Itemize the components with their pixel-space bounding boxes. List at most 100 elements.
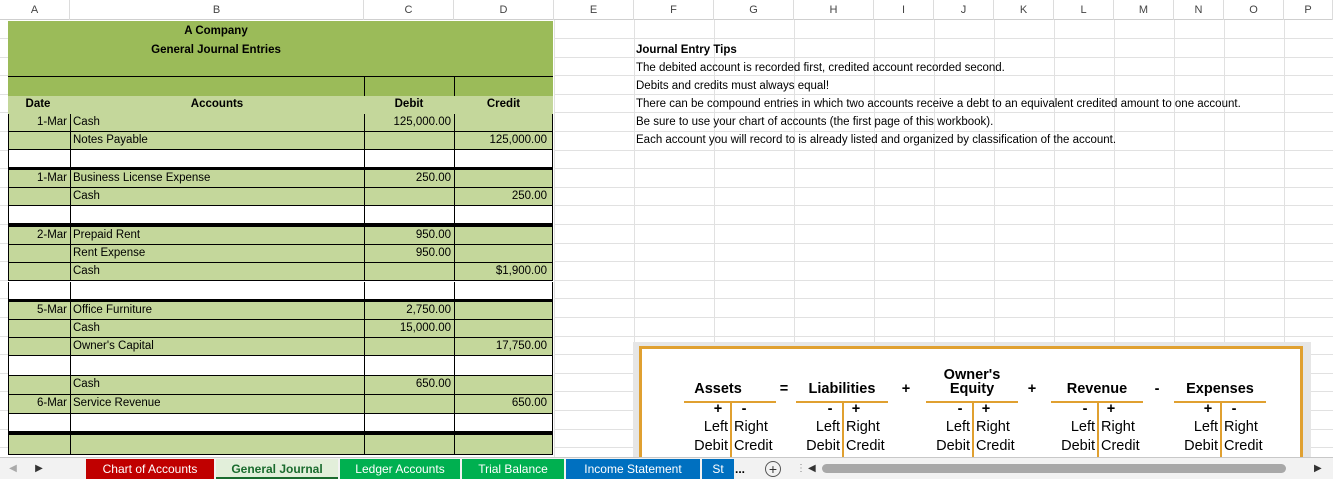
- tips-title: Journal Entry Tips: [636, 44, 737, 56]
- scroll-tabs-left-icon[interactable]: ◀: [6, 461, 20, 477]
- revenue-label: Revenue: [1066, 381, 1128, 397]
- title-block-spacer: [8, 76, 553, 96]
- column-header-a[interactable]: A: [0, 0, 70, 20]
- row-date[interactable]: 2-Mar: [9, 229, 67, 241]
- row-account[interactable]: Cash: [73, 378, 363, 390]
- table-row[interactable]: Notes Payable 125,000.00: [8, 132, 553, 150]
- table-row[interactable]: [8, 206, 553, 224]
- table-row[interactable]: 1-Mar Cash 125,000.00: [8, 114, 553, 132]
- table-row[interactable]: Cash $1,900.00: [8, 263, 553, 281]
- row-date[interactable]: 5-Mar: [9, 304, 67, 316]
- row-credit[interactable]: 250.00: [455, 190, 547, 202]
- column-header-h[interactable]: H: [794, 0, 874, 20]
- company-title: A Company: [184, 25, 248, 37]
- column-header-m[interactable]: M: [1114, 0, 1174, 20]
- row-account[interactable]: Rent Expense: [73, 247, 363, 259]
- table-row[interactable]: Cash 650.00: [8, 376, 553, 395]
- row-account[interactable]: Cash: [73, 190, 363, 202]
- table-row[interactable]: 2-Mar Prepaid Rent 950.00: [8, 227, 553, 245]
- sheet-tab[interactable]: St: [702, 459, 734, 479]
- hscroll-right-icon[interactable]: ▶: [1314, 462, 1324, 476]
- tab-splitter-icon[interactable]: ⋮: [796, 462, 806, 476]
- sign-right: -: [741, 401, 747, 417]
- row-date[interactable]: 1-Mar: [9, 116, 67, 128]
- journal-subtitle: General Journal Entries: [151, 44, 281, 56]
- row-date[interactable]: 1-Mar: [9, 172, 67, 184]
- credit-label: Credit: [976, 438, 1015, 454]
- row-credit[interactable]: 17,750.00: [455, 340, 547, 352]
- row-credit[interactable]: 125,000.00: [455, 134, 547, 146]
- row-date[interactable]: 6-Mar: [9, 397, 67, 409]
- sign-left: -: [1082, 401, 1088, 417]
- row-debit[interactable]: 2,750.00: [365, 304, 451, 316]
- t-account-divider: [972, 401, 974, 457]
- row-debit[interactable]: 250.00: [365, 172, 451, 184]
- sheet-tab[interactable]: Chart of Accounts: [86, 459, 214, 479]
- left-label: Left: [945, 419, 970, 435]
- row-debit[interactable]: 125,000.00: [365, 116, 451, 128]
- table-row[interactable]: Cash 250.00: [8, 188, 553, 206]
- table-row[interactable]: 6-Mar Service Revenue 650.00: [8, 395, 553, 414]
- table-row[interactable]: Cash 15,000.00: [8, 320, 553, 338]
- row-debit[interactable]: 650.00: [365, 378, 451, 390]
- scroll-tabs-right-icon[interactable]: ▶: [32, 461, 46, 477]
- t-account-divider: [1097, 401, 1099, 457]
- row-credit[interactable]: $1,900.00: [455, 265, 547, 277]
- t-account-divider: [842, 401, 844, 457]
- column-header-f[interactable]: F: [634, 0, 714, 20]
- more-tabs-button[interactable]: ...: [735, 459, 751, 479]
- column-header-i[interactable]: I: [874, 0, 934, 20]
- row-debit[interactable]: 950.00: [365, 247, 451, 259]
- horizontal-scrollbar-thumb[interactable]: [822, 464, 1286, 473]
- tip-line: The debited account is recorded first, c…: [636, 62, 1005, 74]
- row-account[interactable]: Cash: [73, 265, 363, 277]
- table-row[interactable]: Owner's Capital 17,750.00: [8, 338, 553, 356]
- column-header-b[interactable]: B: [70, 0, 364, 20]
- column-header-o[interactable]: O: [1224, 0, 1284, 20]
- title-block[interactable]: A Company General Journal Entries: [8, 21, 553, 76]
- row-account[interactable]: Cash: [73, 322, 363, 334]
- row-account[interactable]: Office Furniture: [73, 304, 363, 316]
- table-row[interactable]: [8, 282, 553, 300]
- sign-right: +: [1106, 401, 1116, 417]
- column-header-p[interactable]: P: [1284, 0, 1333, 20]
- t-account-divider: [730, 401, 732, 457]
- column-header-k[interactable]: K: [994, 0, 1054, 20]
- table-row[interactable]: 1-Mar Business License Expense 250.00: [8, 170, 553, 188]
- column-header-e[interactable]: E: [554, 0, 634, 20]
- column-header-d[interactable]: D: [454, 0, 554, 20]
- row-debit[interactable]: 950.00: [365, 229, 451, 241]
- sheet-tab[interactable]: Trial Balance: [462, 459, 564, 479]
- column-header-j[interactable]: J: [934, 0, 994, 20]
- table-row[interactable]: Rent Expense 950.00: [8, 245, 553, 263]
- table-row[interactable]: 5-Mar Office Furniture 2,750.00: [8, 302, 553, 320]
- right-label: Right: [1101, 419, 1135, 435]
- table-row[interactable]: [8, 356, 553, 376]
- column-header-n[interactable]: N: [1174, 0, 1224, 20]
- hscroll-left-icon[interactable]: ◀: [808, 462, 818, 476]
- row-account[interactable]: Business License Expense: [73, 172, 363, 184]
- row-account[interactable]: Cash: [73, 116, 363, 128]
- column-header-bar: A B C D E F G H I J K L M N O P: [0, 0, 1333, 20]
- table-row[interactable]: [8, 414, 553, 432]
- column-header-g[interactable]: G: [714, 0, 794, 20]
- tip-line: Debits and credits must always equal!: [636, 80, 830, 92]
- row-account[interactable]: Service Revenue: [73, 397, 363, 409]
- sheet-tab[interactable]: General Journal: [216, 459, 338, 479]
- row-account[interactable]: Prepaid Rent: [73, 229, 363, 241]
- row-account[interactable]: Owner's Capital: [73, 340, 363, 352]
- debit-label: Debit: [1184, 438, 1218, 454]
- table-row[interactable]: [8, 435, 553, 455]
- debit-label: Debit: [694, 438, 728, 454]
- header-credit: Credit: [486, 98, 521, 110]
- row-debit[interactable]: 15,000.00: [365, 322, 451, 334]
- table-row[interactable]: [8, 150, 553, 168]
- add-sheet-icon[interactable]: +: [765, 461, 781, 477]
- row-account[interactable]: Notes Payable: [73, 134, 363, 146]
- sheet-tab[interactable]: Ledger Accounts: [340, 459, 460, 479]
- sheet-tab[interactable]: Income Statement: [566, 459, 700, 479]
- row-credit[interactable]: 650.00: [455, 397, 547, 409]
- credit-label: Credit: [1101, 438, 1140, 454]
- column-header-c[interactable]: C: [364, 0, 454, 20]
- column-header-l[interactable]: L: [1054, 0, 1114, 20]
